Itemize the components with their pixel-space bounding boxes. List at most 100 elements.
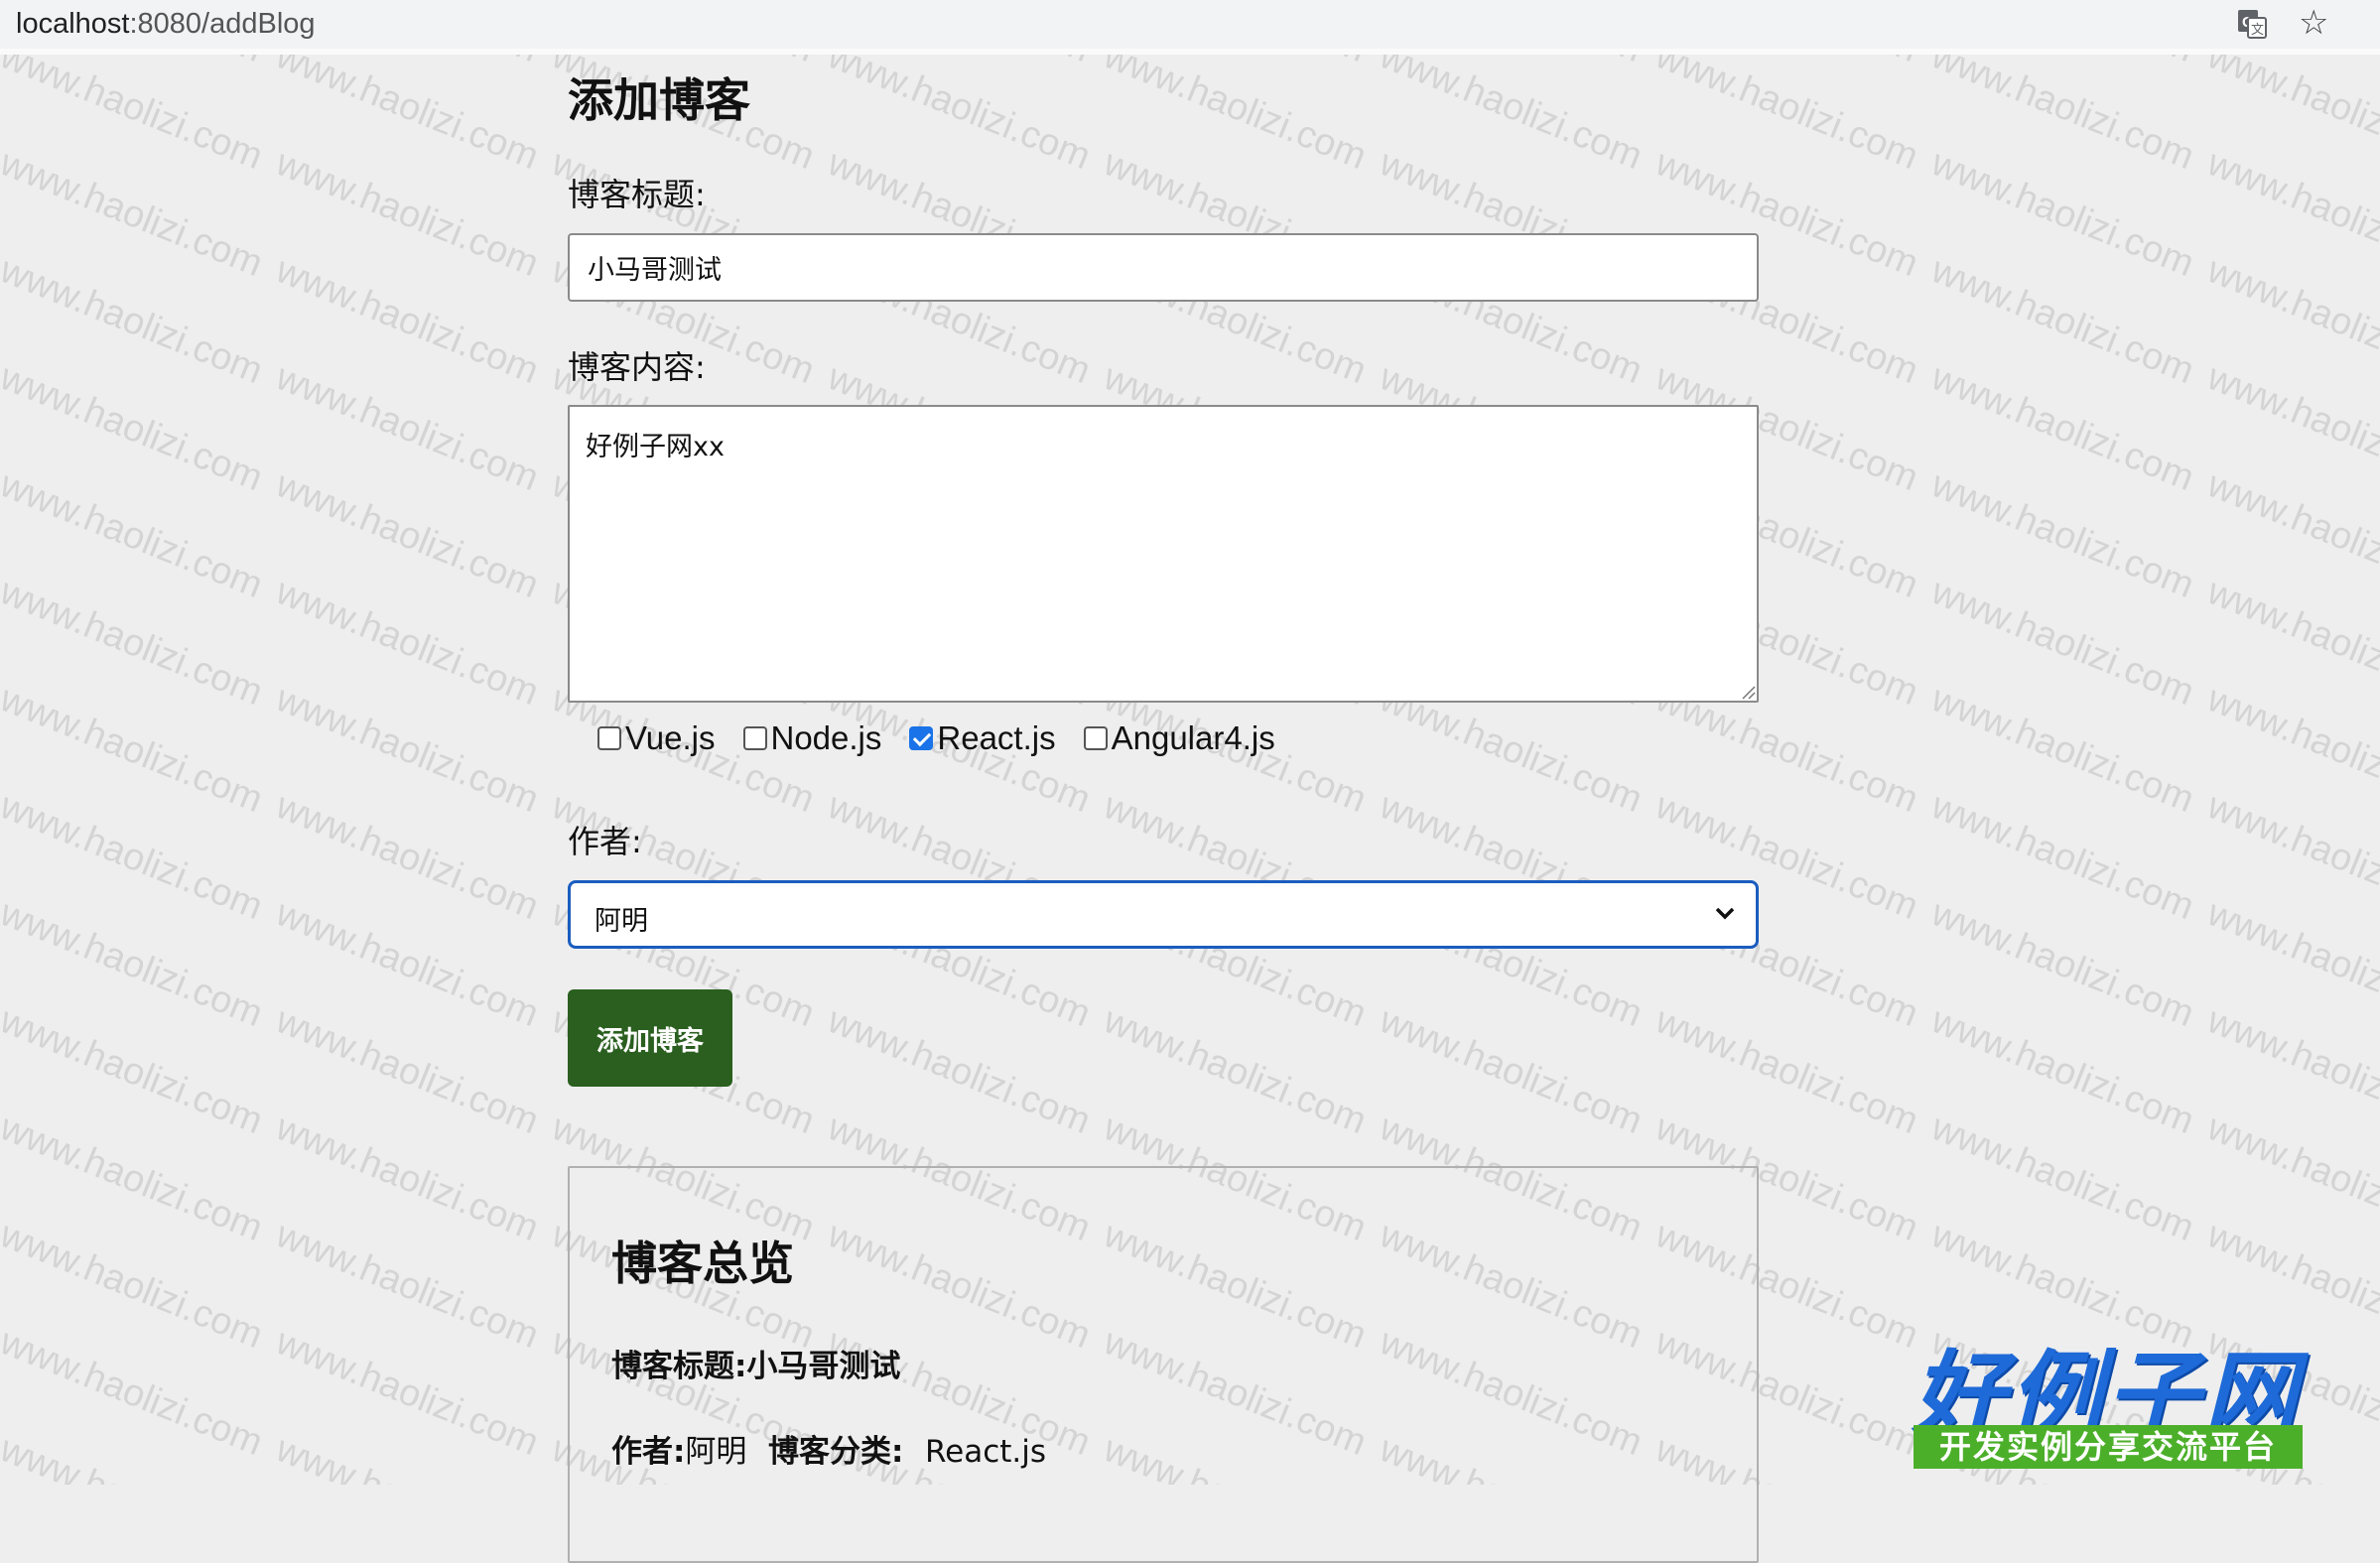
category-label: React.js — [937, 719, 1056, 756]
watermark-text: www.haolizi.com — [2201, 571, 2380, 715]
watermark-text: www.haolizi.com — [0, 249, 269, 393]
category-angular[interactable]: Angular4.js — [1083, 719, 1275, 757]
watermark-text: www.haolizi.com — [270, 55, 545, 179]
watermark-text: www.haolizi.com — [0, 999, 269, 1143]
add-blog-button[interactable]: 添加博客 — [568, 989, 732, 1087]
watermark-text: www.haolizi.com — [1925, 55, 2199, 71]
site-logo: 好例子网 开发实例分享交流平台 — [1912, 1320, 2305, 1475]
checkbox-node[interactable] — [742, 726, 767, 750]
watermark-text: www.haolizi.com — [1374, 55, 1648, 71]
watermark-text: www.haolizi.com — [270, 356, 545, 500]
category-label: Vue.js — [625, 719, 716, 756]
watermark-text: www.haolizi.com — [1925, 785, 2200, 929]
watermark-text: www.haolizi.com — [0, 55, 269, 179]
watermark-text: www.haolizi.com — [1925, 249, 2200, 393]
preview-category-label: 博客分类: — [768, 1434, 904, 1470]
watermark-text: www.haolizi.com — [270, 55, 544, 71]
preview-blog-title: 博客标题:小马哥测试 — [611, 1341, 900, 1385]
logo-sub-text: 开发实例分享交流平台 — [1914, 1425, 2303, 1469]
watermark-text: www.haolizi.com — [270, 892, 545, 1036]
watermark-text: www.haolizi.com — [1925, 55, 2200, 179]
watermark-text: www.haolizi.com — [270, 463, 545, 607]
watermark-text: www.haolizi.com — [822, 55, 1097, 179]
preview-title-label: 博客标题: — [611, 1349, 747, 1384]
category-vue[interactable]: Vue.js — [597, 719, 716, 757]
watermark-text: www.haolizi.com — [270, 1107, 545, 1250]
watermark-text: www.haolizi.com — [2201, 999, 2380, 1143]
watermark-text: www.haolizi.com — [1925, 1107, 2200, 1250]
blog-title-input[interactable] — [568, 233, 1759, 302]
watermark-text: www.haolizi.com — [2201, 463, 2380, 607]
watermark-text: www.haolizi.com — [1925, 678, 2200, 822]
category-label: Angular4.js — [1111, 719, 1275, 756]
url-host: localhost — [16, 8, 130, 40]
watermark-text: www.haolizi.com — [1650, 55, 1923, 71]
watermark-text: www.haolizi.com — [0, 1428, 268, 1485]
author-selected-value: 阿明 — [595, 906, 648, 937]
author-label: 作者: — [568, 823, 642, 860]
watermark-text: www.haolizi.com — [822, 55, 1096, 71]
url-path: :8080/addBlog — [129, 8, 316, 40]
category-react[interactable]: React.js — [909, 719, 1056, 757]
watermark-text: www.haolizi.com — [2201, 1107, 2380, 1250]
watermark-text: www.haolizi.com — [2201, 142, 2380, 286]
watermark-text: www.haolizi.com — [270, 142, 545, 286]
resize-handle-icon[interactable] — [1739, 683, 1757, 701]
preview-title-value: 小马哥测试 — [746, 1349, 901, 1384]
watermark-text: www.haolizi.com — [1098, 55, 1372, 71]
watermark-text: www.haolizi.com — [270, 1214, 545, 1358]
blog-content-textarea[interactable]: 好例子网xx — [568, 405, 1759, 703]
watermark-text: www.haolizi.com — [270, 249, 545, 393]
watermark-text: www.haolizi.com — [822, 999, 1097, 1143]
watermark-text: www.haolizi.com — [0, 356, 269, 500]
blog-content-label: 博客内容: — [568, 348, 706, 386]
watermark-text: www.haolizi.com — [1098, 55, 1373, 179]
watermark-text: www.haolizi.com — [1098, 999, 1373, 1143]
watermark-text: www.haolizi.com — [2201, 785, 2380, 929]
checkbox-vue[interactable] — [597, 726, 621, 750]
checkbox-angular[interactable] — [1083, 726, 1108, 750]
star-icon[interactable]: ☆ — [2299, 6, 2328, 40]
page-title: 添加博客 — [568, 73, 750, 127]
watermark-text: www.haolizi.com — [270, 678, 545, 822]
watermark-text: www.haolizi.com — [2201, 356, 2380, 500]
watermark-text: www.haolizi.com — [1925, 142, 2200, 286]
watermark-text: www.haolizi.com — [1650, 999, 1924, 1143]
blog-title-label: 博客标题: — [568, 176, 706, 213]
watermark-text: www.haolizi.com — [270, 1428, 544, 1485]
watermark-text: www.haolizi.com — [2201, 55, 2380, 71]
watermark-text: www.haolizi.com — [2201, 678, 2380, 822]
watermark-text: www.haolizi.com — [0, 1321, 269, 1465]
chevron-down-icon — [1715, 907, 1735, 920]
watermark-text: www.haolizi.com — [0, 1214, 269, 1358]
watermark-text: www.haolizi.com — [1925, 356, 2200, 500]
url-text[interactable]: localhost:8080/addBlog — [16, 8, 316, 41]
author-select[interactable]: 阿明 — [568, 880, 1759, 949]
watermark-text: www.haolizi.com — [1925, 571, 2200, 715]
preview-title: 博客总览 — [611, 1237, 794, 1290]
watermark-text: www.haolizi.com — [1374, 55, 1649, 179]
preview-category-value: React.js — [925, 1434, 1047, 1470]
preview-author-value: 阿明 — [685, 1434, 747, 1470]
preview-meta: 作者:阿明 博客分类: React.js — [611, 1426, 1046, 1471]
watermark-text: www.haolizi.com — [2201, 892, 2380, 1036]
checkbox-react[interactable] — [909, 726, 934, 750]
svg-text:文: 文 — [2251, 23, 2264, 38]
watermark-text: www.haolizi.com — [1925, 999, 2200, 1143]
watermark-text: www.haolizi.com — [0, 892, 269, 1036]
category-label: Node.js — [770, 719, 882, 756]
category-checkboxes: Vue.js Node.js React.js Angular4.js — [597, 716, 1303, 761]
blog-preview-panel: 博客总览 博客标题:小马哥测试 作者:阿明 博客分类: React.js — [568, 1166, 1759, 1563]
watermark-text: www.haolizi.com — [1374, 999, 1649, 1143]
browser-address-bar[interactable]: localhost:8080/addBlog G 文 ☆ — [0, 0, 2380, 55]
category-node[interactable]: Node.js — [742, 719, 882, 757]
preview-author-label: 作者: — [611, 1434, 686, 1470]
watermark-text: www.haolizi.com — [270, 1321, 545, 1465]
watermark-text: www.haolizi.com — [0, 55, 268, 71]
watermark-text: www.haolizi.com — [2201, 249, 2380, 393]
watermark-text: www.haolizi.com — [270, 785, 545, 929]
watermark-text: www.haolizi.com — [1925, 892, 2200, 1036]
translate-icon[interactable]: G 文 — [2236, 8, 2268, 40]
watermark-text: www.haolizi.com — [1650, 55, 1924, 179]
watermark-text: www.haolizi.com — [0, 463, 269, 607]
